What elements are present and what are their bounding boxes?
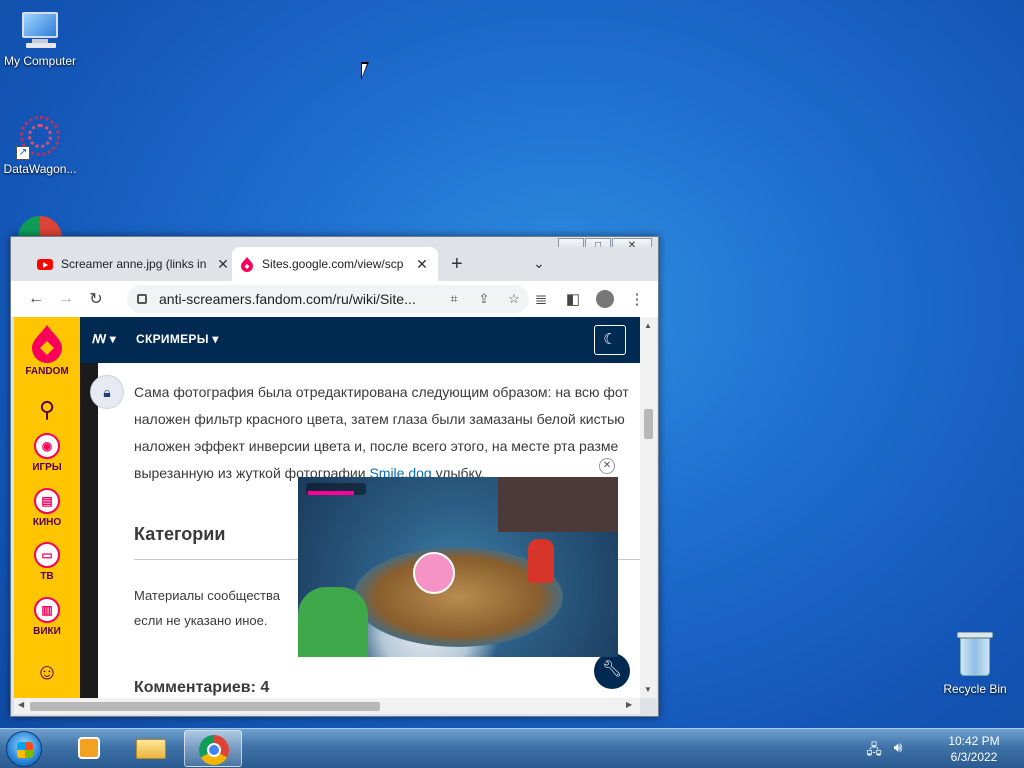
categories-heading: Категории [134,524,226,544]
tab-title: Screamer anne.jpg (links in [61,257,207,271]
tab-fandom[interactable]: Sites.google.com/view/scp ✕ [232,247,438,281]
taskbar: 🖧︎ 🔊︎ 10:42 PM 6/3/2022 [0,728,1024,768]
clock-time: 10:42 PM [948,734,1000,748]
tools-button[interactable]: 🔧︎ [594,653,630,689]
system-tray: 🖧︎ 🔊︎ [862,739,910,763]
taskbar-chrome[interactable] [184,730,242,767]
side-panel-icon[interactable]: ◧ [557,290,589,308]
tab-search-chevron-icon[interactable]: ⌄ [533,255,545,272]
fandom-logo[interactable]: FANDOM [14,323,80,377]
sidebar-item-games[interactable]: ◉ ИГРЫ [14,433,80,473]
start-button[interactable] [6,731,42,767]
user-icon: ☺ [35,659,59,684]
desktop-icon-label: Recycle Bin [943,682,1007,696]
browser-toolbar: ← → ↻ anti-screamers.fandom.com/ru/wiki/… [11,281,658,317]
desktop-icon-datawagon[interactable]: ↗ DataWagon... [0,114,80,176]
user-account-button[interactable]: ☺ [14,659,80,685]
sidebar-item-movies[interactable]: ▤ КИНО [14,488,80,528]
sidebar-item-label: ВИКИ [33,626,61,637]
recycle-bin-icon [957,632,993,678]
address-bar[interactable]: anti-screamers.fandom.com/ru/wiki/Site..… [127,285,529,313]
sidebar-item-tv[interactable]: ▭ ТВ [14,542,80,582]
youtube-icon [37,258,53,270]
desktop-icon-label: My Computer [3,54,77,68]
sidebar-item-label: КИНО [32,517,62,528]
scroll-thumb[interactable] [644,409,653,439]
reload-button[interactable]: ↻ [81,289,111,309]
new-tab-button[interactable]: + [451,253,463,276]
paragraph-line: Сама фотография была отредактирована сле… [134,384,629,400]
lock-icon: 🔒︎ [103,384,111,400]
protected-page-badge[interactable]: 🔒︎ [90,375,124,409]
sidebar-item-label: ИГРЫ [32,462,62,473]
chrome-icon [199,735,229,765]
clock-date: 6/3/2022 [950,750,998,764]
menu-kebab-icon[interactable]: ⋮ [621,290,653,308]
scroll-left-icon[interactable]: ◀ [18,700,24,709]
network-icon[interactable]: 🖧︎ [862,739,886,763]
datawagon-icon: ↗ [16,114,62,160]
tab-youtube[interactable]: Screamer anne.jpg (links in ✕ [29,247,239,281]
scroll-down-icon[interactable]: ▼ [644,685,652,694]
moon-icon: ☾ [603,331,617,348]
horizontal-scrollbar[interactable]: ◀ ▶ [14,698,640,714]
volume-icon[interactable]: 🔊︎ [886,739,910,763]
article-paragraph: Сама фотография была отредактирована сле… [134,379,640,487]
book-icon: ▥ [34,597,60,623]
taskbar-media-player[interactable] [60,730,118,767]
mouse-cursor-icon [361,62,369,80]
wiki-nav-menu[interactable]: ꟿ ▾ [92,332,116,346]
sidebar-item-wikis[interactable]: ▥ ВИКИ [14,597,80,637]
url-text[interactable]: anti-screamers.fandom.com/ru/wiki/Site..… [159,291,439,307]
license-text: Материалы сообщества [134,588,280,603]
profile-avatar[interactable] [596,290,614,308]
wiki-nav-screamers[interactable]: СКРИМЕРЫ ▾ [136,332,219,346]
page-edge-strip [80,363,98,698]
windows-logo-icon [17,742,33,758]
clock[interactable]: 10:42 PM 6/3/2022 [936,733,1012,765]
media-player-icon [78,737,100,759]
fandom-icon [241,257,253,272]
media-control-icon[interactable]: ≣ [525,290,557,308]
scroll-right-icon[interactable]: ▶ [626,700,632,709]
comments-heading: Комментариев: 4 [134,679,270,696]
gamepad-icon: ◉ [34,433,60,459]
tab-strip: Screamer anne.jpg (links in ✕ Sites.goog… [11,247,658,281]
translate-icon[interactable]: ⌗ [439,291,469,307]
folder-icon [136,739,166,759]
tab-close-icon[interactable]: ✕ [215,256,231,273]
back-button[interactable]: ← [21,290,51,308]
share-icon[interactable]: ⇪ [469,291,499,307]
tab-close-icon[interactable]: ✕ [414,256,430,273]
lock-icon[interactable] [137,294,147,304]
tv-icon: ▭ [34,542,60,568]
floating-video-player[interactable] [298,477,618,657]
fandom-logo-icon [32,325,62,363]
desktop-icon-my-computer[interactable]: My Computer [0,10,80,68]
paragraph-line: наложен фильтр красного цвета, затем гла… [134,411,625,427]
computer-icon [18,10,62,50]
scroll-thumb[interactable] [30,702,380,711]
wiki-header: ꟿ ▾ СКРИМЕРЫ ▾ ☾ [80,317,640,363]
search-icon: ⚲ [38,397,56,422]
tab-title: Sites.google.com/view/scp [262,257,404,271]
desktop-icon-label: DataWagon... [3,162,77,176]
video-close-button[interactable]: ✕ [599,458,615,474]
forward-button[interactable]: → [51,290,81,308]
film-icon: ▤ [34,488,60,514]
taskbar-explorer[interactable] [122,730,180,767]
dark-mode-toggle[interactable]: ☾ [594,325,626,355]
desktop-icon-recycle-bin[interactable]: Recycle Bin [935,632,1015,696]
sidebar-item-label: ТВ [40,571,54,582]
fandom-sidebar: FANDOM ⚲ ◉ ИГРЫ ▤ КИНО ▭ ТВ ▥ ВИКИ ☺ [14,317,80,698]
fandom-brand-label: FANDOM [25,366,69,377]
scroll-up-icon[interactable]: ▲ [644,321,652,330]
vertical-scrollbar[interactable]: ▲ ▼ [640,317,657,698]
paragraph-line: наложен эффект инверсии цвета и, после в… [134,438,619,454]
search-button[interactable]: ⚲ [14,397,80,423]
wrench-icon: 🔧︎ [601,661,623,678]
